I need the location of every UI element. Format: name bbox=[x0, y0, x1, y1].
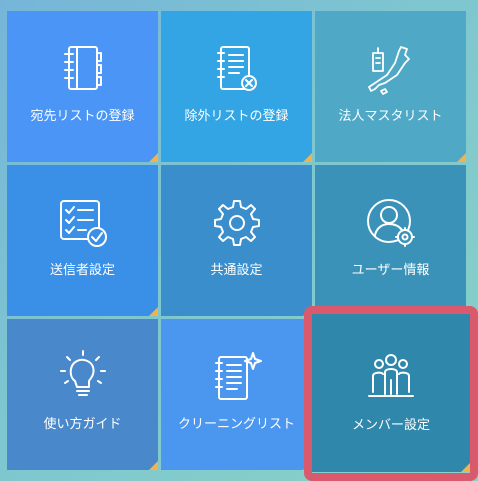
user-settings-icon bbox=[361, 193, 421, 253]
tile-destination-list[interactable]: 宛先リストの登録 bbox=[7, 11, 158, 162]
corner-marker bbox=[461, 463, 470, 472]
checklist-icon bbox=[53, 193, 113, 253]
tile-cleaning-list[interactable]: クリーニングリスト bbox=[161, 319, 312, 470]
exclude-list-icon bbox=[207, 39, 267, 99]
tile-sender-settings[interactable]: 送信者設定 bbox=[7, 165, 158, 316]
address-book-icon bbox=[53, 39, 113, 99]
tile-member-settings[interactable]: メンバー設定 bbox=[312, 314, 470, 472]
tile-user-info[interactable]: ユーザー情報 bbox=[315, 165, 466, 316]
tile-label: 法人マスタリスト bbox=[338, 109, 443, 124]
tile-exclusion-list[interactable]: 除外リストの登録 bbox=[161, 11, 312, 162]
corner-marker bbox=[303, 153, 312, 162]
tile-label: メンバー設定 bbox=[351, 418, 430, 433]
corner-marker bbox=[149, 153, 158, 162]
tile-label: クリーニングリスト bbox=[177, 417, 295, 432]
japan-map-building-icon bbox=[361, 39, 421, 99]
tile-label: 宛先リストの登録 bbox=[30, 109, 135, 124]
corner-marker bbox=[149, 307, 158, 316]
tile-corporate-master-list[interactable]: 法人マスタリスト bbox=[315, 11, 466, 162]
tile-label: ユーザー情報 bbox=[351, 263, 430, 278]
tile-label: 送信者設定 bbox=[49, 263, 115, 278]
sparkle-list-icon bbox=[207, 347, 267, 407]
tile-label: 使い方ガイド bbox=[43, 417, 122, 432]
tile-label: 共通設定 bbox=[210, 263, 263, 278]
gear-icon bbox=[207, 193, 267, 253]
lightbulb-icon bbox=[53, 347, 113, 407]
menu-grid: 宛先リストの登録 除外リストの登録 法人マスタリスト 送信者設定 共通設定 ユー… bbox=[7, 11, 470, 475]
members-icon bbox=[361, 346, 421, 406]
corner-marker bbox=[303, 307, 312, 316]
tile-label: 除外リストの登録 bbox=[184, 109, 289, 124]
corner-marker bbox=[457, 153, 466, 162]
corner-marker bbox=[303, 461, 312, 470]
tile-common-settings[interactable]: 共通設定 bbox=[161, 165, 312, 316]
corner-marker bbox=[149, 461, 158, 470]
tile-usage-guide[interactable]: 使い方ガイド bbox=[7, 319, 158, 470]
